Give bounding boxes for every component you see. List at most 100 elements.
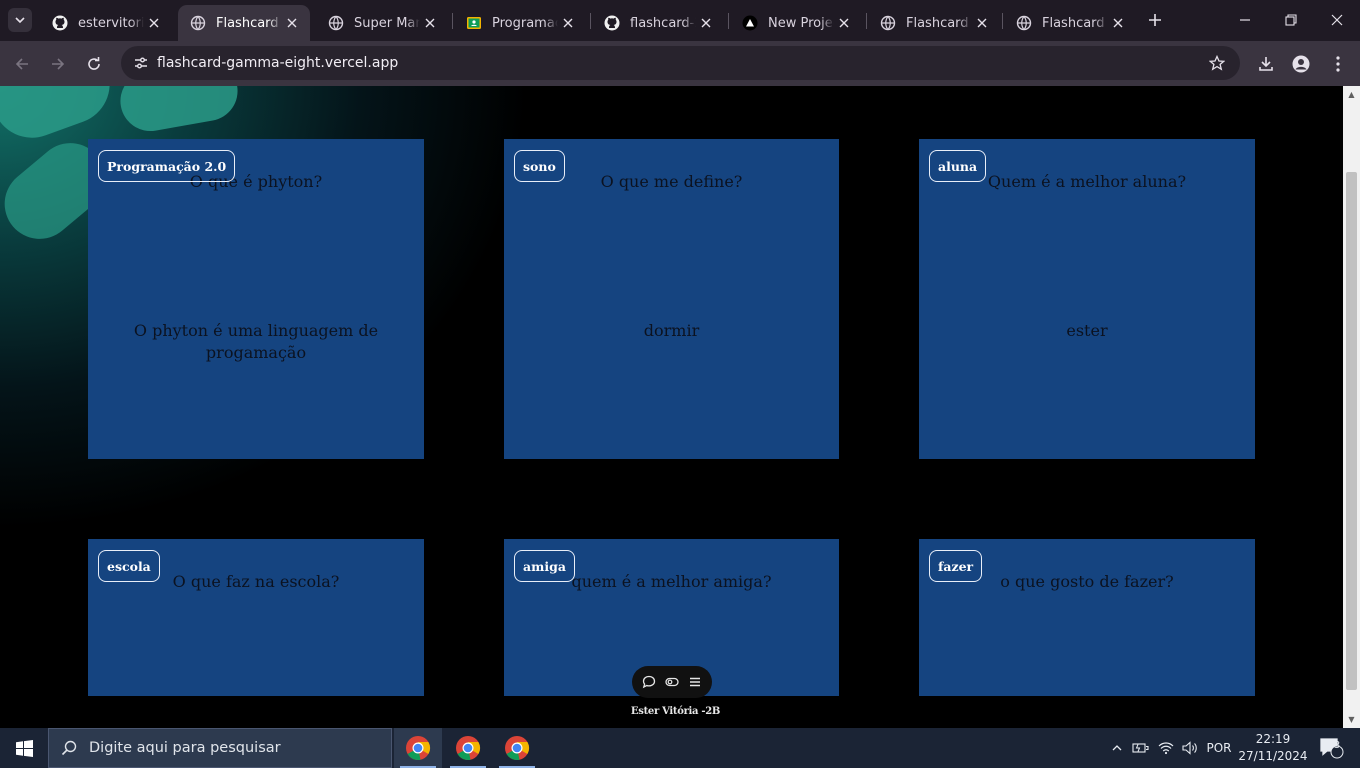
downloads-button[interactable] bbox=[1253, 51, 1279, 77]
flashcard[interactable]: O que faz na escola? escola bbox=[88, 539, 424, 696]
scrollbar-thumb[interactable] bbox=[1346, 172, 1357, 690]
card-tag: Programação 2.0 bbox=[98, 150, 236, 182]
site-info-icon[interactable] bbox=[129, 51, 153, 75]
address-bar[interactable]: flashcard-gamma-eight.vercel.app bbox=[121, 46, 1240, 80]
flashcard[interactable]: O que é phyton? Programação 2.0 O phyton… bbox=[88, 139, 424, 459]
windows-logo-icon bbox=[15, 739, 33, 757]
close-window-button[interactable] bbox=[1314, 0, 1360, 40]
flashcard[interactable]: o que gosto de fazer? fazer bbox=[919, 539, 1255, 696]
minimize-button[interactable] bbox=[1222, 0, 1268, 40]
close-icon[interactable] bbox=[558, 13, 578, 33]
close-icon[interactable] bbox=[1108, 13, 1128, 33]
chevron-down-icon bbox=[15, 17, 25, 24]
forward-button[interactable] bbox=[45, 51, 71, 77]
scroll-up-arrow-icon[interactable]: ▲ bbox=[1343, 86, 1360, 103]
comment-icon[interactable] bbox=[639, 672, 659, 692]
card-answer: ester bbox=[1066, 321, 1108, 340]
volume-tray-button[interactable] bbox=[1178, 728, 1202, 768]
tab-separator bbox=[1002, 13, 1003, 29]
search-icon bbox=[49, 740, 89, 756]
menu-icon[interactable] bbox=[685, 672, 705, 692]
url-text[interactable]: flashcard-gamma-eight.vercel.app bbox=[157, 55, 398, 71]
tab-search-button[interactable] bbox=[8, 8, 32, 32]
card-answer: O phyton é uma linguagem de progamação bbox=[133, 321, 379, 362]
taskbar-chrome-app[interactable] bbox=[493, 728, 541, 768]
taskbar-chrome-app[interactable] bbox=[394, 728, 442, 768]
tab-title: Flashcard bbox=[1042, 15, 1105, 31]
flashcard[interactable]: Quem é a melhor aluna? aluna ester bbox=[919, 139, 1255, 459]
arrow-left-icon bbox=[15, 58, 28, 70]
restore-button[interactable] bbox=[1268, 0, 1314, 40]
toggle-icon[interactable] bbox=[662, 672, 682, 692]
clock-time: 22:19 bbox=[1255, 732, 1291, 746]
globe-icon bbox=[190, 15, 206, 31]
page-footer: Ester Vitória -2B bbox=[8, 696, 1343, 728]
new-tab-button[interactable] bbox=[1143, 8, 1167, 32]
browser-tab-active[interactable]: Flashcard bbox=[178, 5, 310, 41]
vercel-icon bbox=[742, 15, 758, 31]
language-indicator[interactable]: POR bbox=[1203, 728, 1235, 768]
more-vertical-icon bbox=[1336, 56, 1340, 72]
github-icon bbox=[604, 15, 620, 31]
taskbar-chrome-app[interactable] bbox=[444, 728, 492, 768]
tab-title: Flashcard bbox=[906, 15, 969, 31]
menu-button[interactable] bbox=[1325, 51, 1351, 77]
page-scrollbar[interactable]: ▲ ▼ bbox=[1343, 86, 1360, 728]
github-icon bbox=[52, 15, 68, 31]
decorative-blob bbox=[115, 86, 243, 136]
globe-icon bbox=[880, 15, 896, 31]
flashcard[interactable]: O que me define? sono dormir bbox=[504, 139, 839, 459]
show-hidden-icons-button[interactable] bbox=[1106, 728, 1128, 768]
close-icon[interactable] bbox=[144, 13, 164, 33]
back-button[interactable] bbox=[9, 51, 35, 77]
close-icon[interactable] bbox=[420, 13, 440, 33]
close-icon[interactable] bbox=[972, 13, 992, 33]
browser-tab[interactable]: estervitoria2 bbox=[40, 5, 172, 41]
chrome-icon bbox=[456, 736, 481, 760]
battery-tray-button[interactable] bbox=[1129, 728, 1153, 768]
close-icon[interactable] bbox=[282, 13, 302, 33]
power-plug-icon bbox=[1132, 743, 1149, 753]
globe-icon bbox=[328, 15, 344, 31]
browser-tab[interactable]: Flashcard bbox=[1004, 5, 1136, 41]
footer-credit: Ester Vitória -2B bbox=[630, 706, 721, 717]
card-tag: amiga bbox=[514, 550, 575, 582]
reload-button[interactable] bbox=[81, 51, 107, 77]
browser-tab[interactable]: Super Mario bbox=[316, 5, 448, 41]
vercel-toolbar[interactable] bbox=[632, 666, 712, 698]
reload-icon bbox=[88, 57, 100, 70]
tab-title: estervitoria2 bbox=[78, 15, 144, 31]
tab-separator bbox=[452, 13, 453, 29]
chrome-icon bbox=[406, 736, 431, 760]
profile-icon bbox=[1292, 55, 1310, 73]
taskbar-search[interactable]: Digite aqui para pesquisar bbox=[48, 728, 392, 768]
network-tray-button[interactable] bbox=[1154, 728, 1178, 768]
chevron-up-icon bbox=[1112, 745, 1122, 751]
close-icon[interactable] bbox=[696, 13, 716, 33]
browser-tab[interactable]: New Project bbox=[730, 5, 862, 41]
card-answer: dormir bbox=[643, 321, 700, 340]
tab-title: New Project bbox=[768, 15, 834, 31]
browser-tab[interactable]: Programacao bbox=[454, 5, 586, 41]
notification-center-button[interactable]: 3 bbox=[1312, 728, 1352, 768]
close-icon bbox=[1331, 14, 1343, 26]
scroll-down-arrow-icon[interactable]: ▼ bbox=[1343, 711, 1360, 728]
browser-tab[interactable]: flashcard-2b bbox=[592, 5, 724, 41]
arrow-right-icon bbox=[52, 58, 65, 70]
tab-title: flashcard-2b bbox=[630, 15, 696, 31]
card-tag: escola bbox=[98, 550, 160, 582]
tab-title: Super Mario bbox=[354, 15, 420, 31]
card-tag: fazer bbox=[929, 550, 983, 582]
clock-date: 27/11/2024 bbox=[1238, 749, 1308, 763]
browser-tab[interactable]: Flashcard bbox=[868, 5, 1000, 41]
start-button[interactable] bbox=[0, 728, 48, 768]
wifi-icon bbox=[1158, 742, 1174, 755]
plus-icon bbox=[1149, 14, 1161, 26]
taskbar-clock[interactable]: 22:19 27/11/2024 bbox=[1238, 731, 1308, 765]
close-icon[interactable] bbox=[834, 13, 854, 33]
download-icon bbox=[1259, 57, 1273, 71]
bookmark-star-icon[interactable] bbox=[1206, 52, 1228, 74]
tab-title: Flashcard bbox=[216, 15, 279, 31]
windows-taskbar: Digite aqui para pesquisar POR 22:19 27/… bbox=[0, 728, 1360, 768]
profile-button[interactable] bbox=[1288, 51, 1314, 77]
